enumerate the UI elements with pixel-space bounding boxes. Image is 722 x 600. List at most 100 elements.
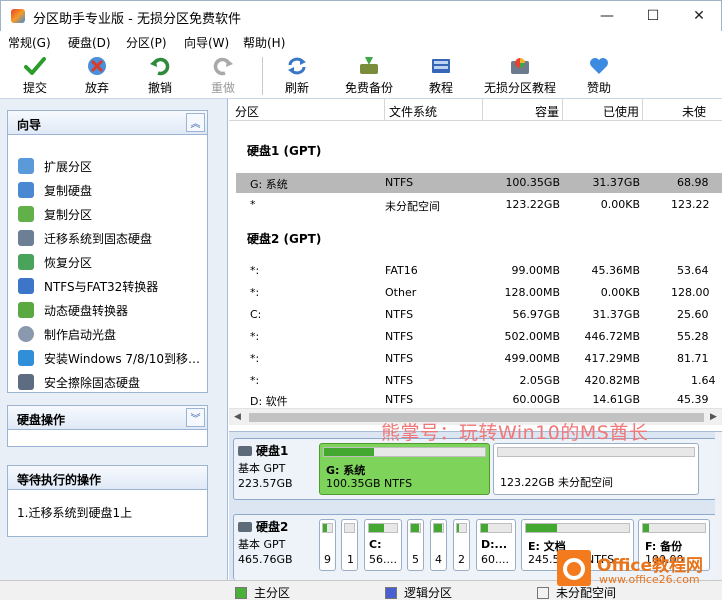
refresh-label: 刷新	[284, 81, 309, 95]
partition-block[interactable]: 2	[453, 519, 470, 571]
partition-block[interactable]: 5	[407, 519, 424, 571]
table-row[interactable]: *: FAT16 99.00MB 45.36MB 53.64	[236, 261, 722, 281]
partition-block-unallocated[interactable]: 123.22GB 未分配空间	[493, 443, 699, 495]
cell-filesystem: NTFS	[385, 393, 414, 406]
cell-capacity: 60.00GB	[512, 393, 560, 406]
col-capacity[interactable]: 容量	[535, 103, 559, 120]
menu-wizard[interactable]: 向导(W)	[184, 34, 229, 51]
cell-capacity: 128.00MB	[504, 286, 560, 299]
wizard-item-ntfs-fat32[interactable]: NTFS与FAT32转换器	[18, 277, 158, 295]
undo-button[interactable]: 撤销	[125, 55, 195, 96]
partition-name: G: 系统	[326, 464, 366, 477]
wizard-item-recover-partition[interactable]: 恢复分区	[18, 253, 92, 271]
scroll-right-icon[interactable]: ▶	[710, 412, 717, 422]
pending-ops-title: 等待执行的操作	[17, 473, 102, 487]
wizard-panel-title: 向导	[17, 118, 42, 132]
disk-ops-panel: 硬盘操作 ︾	[7, 405, 208, 447]
table-row[interactable]: C: NTFS 56.97GB 31.37GB 25.60	[236, 305, 722, 325]
cell-used: 45.36MB	[591, 264, 640, 277]
wizard-item-label: 迁移系统到固态硬盘	[44, 231, 153, 246]
wizard-item-dynamic-disk[interactable]: 动态硬盘转换器	[18, 301, 128, 319]
partition-block[interactable]: 1	[341, 519, 358, 571]
minimize-button[interactable]: —	[584, 1, 630, 31]
partition-block[interactable]: 4	[430, 519, 447, 571]
submit-button[interactable]: 提交	[0, 55, 70, 96]
partition-block-g[interactable]: G: 系统 100.35GB NTFS	[319, 443, 490, 495]
submit-label: 提交	[22, 81, 47, 95]
partition-info: 2	[458, 553, 465, 566]
partition-block[interactable]: 9	[319, 519, 336, 571]
cell-capacity: 123.22GB	[505, 198, 560, 211]
menu-partition[interactable]: 分区(P)	[126, 34, 167, 51]
extend-partition-icon	[18, 158, 34, 174]
partition-table: 分区 文件系统 容量 已使用 未使 硬盘1 (GPT) G: 系统 NTFS 1…	[229, 99, 722, 429]
checkmark-icon	[23, 55, 47, 77]
redo-button[interactable]: 重做	[188, 55, 258, 96]
scroll-left-icon[interactable]: ◀	[234, 412, 241, 422]
table-row[interactable]: *: NTFS 2.05GB 420.82MB 1.64	[236, 371, 722, 391]
refresh-button[interactable]: 刷新	[262, 55, 332, 96]
cell-filesystem: NTFS	[385, 330, 414, 343]
wizard-item-label: 复制硬盘	[44, 183, 93, 198]
wizard-item-secure-erase[interactable]: 安全擦除固态硬盘	[18, 373, 140, 391]
wizard-item-copy-disk[interactable]: 复制硬盘	[18, 181, 92, 199]
col-filesystem[interactable]: 文件系统	[389, 103, 437, 120]
partition-name: C:	[369, 538, 382, 551]
wizard-item-install-windows[interactable]: 安装Windows 7/8/10到移…	[18, 349, 200, 367]
col-partition[interactable]: 分区	[235, 103, 259, 120]
tutorial-button[interactable]: 教程	[406, 55, 476, 96]
wizard-item-label: 制作启动光盘	[44, 327, 117, 342]
convert-icon	[18, 278, 34, 294]
wizard-item-boot-cd[interactable]: 制作启动光盘	[18, 325, 116, 343]
table-row[interactable]: D: 软件 NTFS 60.00GB 14.61GB 45.39	[236, 392, 722, 408]
table-row[interactable]: *: NTFS 499.00MB 417.29MB 81.71	[236, 349, 722, 369]
maximize-button[interactable]: ☐	[630, 1, 676, 31]
partition-info: 5	[412, 553, 419, 566]
wizard-item-label: 扩展分区	[44, 159, 93, 174]
cell-partition: D: 软件	[250, 395, 288, 408]
expand-disk-ops-button[interactable]: ︾	[186, 408, 205, 427]
partition-block-c[interactable]: C: 56....	[364, 519, 402, 571]
disk2-size: 465.76GB	[238, 553, 293, 566]
undo-label: 撤销	[147, 81, 172, 95]
table-row[interactable]: G: 系统 NTFS 100.35GB 31.37GB 68.98	[236, 173, 722, 193]
col-separator	[384, 99, 385, 121]
discard-button[interactable]: 放弃	[62, 55, 132, 96]
menu-help[interactable]: 帮助(H)	[243, 34, 285, 51]
collapse-wizard-button[interactable]: ︽	[186, 113, 205, 132]
cell-unused: 81.71	[677, 352, 709, 365]
menu-disk[interactable]: 硬盘(D)	[68, 34, 111, 51]
cell-unused: 1.64	[691, 374, 716, 387]
partition-info: 9	[324, 553, 331, 566]
copy-partition-icon	[18, 206, 34, 222]
windows-icon	[18, 350, 34, 366]
col-unused[interactable]: 未使	[682, 103, 706, 120]
usage-bar	[410, 523, 421, 533]
usage-bar	[525, 523, 630, 533]
table-row[interactable]: * 未分配空间 123.22GB 0.00KB 123.22	[236, 195, 722, 215]
table-row[interactable]: *: Other 128.00MB 0.00KB 128.00	[236, 283, 722, 303]
disk1-map[interactable]: 硬盘1 基本 GPT 223.57GB G: 系统 100.35GB NTFS …	[233, 438, 717, 500]
usage-bar	[497, 447, 695, 457]
free-backup-button[interactable]: 免费备份	[334, 55, 404, 96]
partition-block-d[interactable]: D:... 60....	[476, 519, 516, 571]
wizard-item-extend-partition[interactable]: 扩展分区	[18, 157, 92, 175]
cell-used: 0.00KB	[600, 286, 640, 299]
donate-button[interactable]: 赞助	[564, 55, 634, 96]
cell-partition: *:	[250, 264, 260, 277]
close-button[interactable]: ✕	[676, 1, 722, 31]
cell-unused: 53.64	[677, 264, 709, 277]
table-row[interactable]: *: NTFS 502.00MB 446.72MB 55.28	[236, 327, 722, 347]
cell-partition: *:	[250, 330, 260, 343]
wizard-item-migrate-os[interactable]: 迁移系统到固态硬盘	[18, 229, 152, 247]
left-panel: 向导 ︽ 扩展分区 复制硬盘 复制分区 迁移系统到固态硬盘 恢复分区 NTFS与…	[0, 99, 228, 580]
cell-filesystem: Other	[385, 286, 417, 299]
menu-general[interactable]: 常规(G)	[8, 34, 51, 51]
wizard-item-label: NTFS与FAT32转换器	[44, 279, 159, 294]
wizard-item-copy-partition[interactable]: 复制分区	[18, 205, 92, 223]
cell-used: 31.37GB	[592, 176, 640, 189]
col-used[interactable]: 已使用	[603, 103, 639, 120]
usage-fill	[457, 524, 459, 532]
partition-tutorial-button[interactable]: 无损分区教程	[484, 55, 556, 96]
pending-op-item[interactable]: 1.迁移系统到硬盘1上	[17, 504, 132, 521]
